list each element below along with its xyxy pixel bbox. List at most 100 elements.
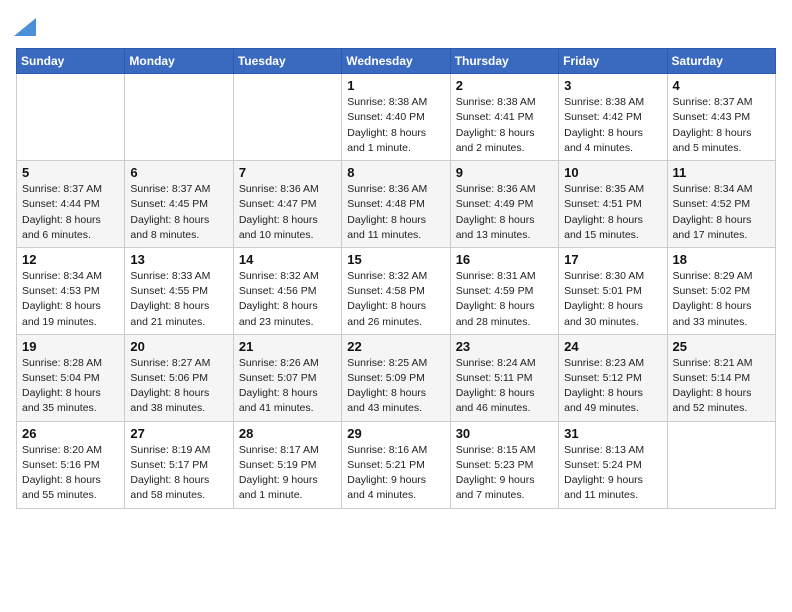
day-info: Sunrise: 8:28 AM Sunset: 5:04 PM Dayligh… — [22, 356, 119, 417]
calendar-cell: 25 Sunrise: 8:21 AM Sunset: 5:14 PM Dayli… — [667, 334, 775, 421]
day-info: Sunrise: 8:27 AM Sunset: 5:06 PM Dayligh… — [130, 356, 227, 417]
day-info: Sunrise: 8:24 AM Sunset: 5:11 PM Dayligh… — [456, 356, 553, 417]
day-info: Sunrise: 8:38 AM Sunset: 4:41 PM Dayligh… — [456, 95, 553, 156]
day-of-week-header: Tuesday — [233, 49, 341, 74]
day-info: Sunrise: 8:29 AM Sunset: 5:02 PM Dayligh… — [673, 269, 770, 330]
day-info: Sunrise: 8:35 AM Sunset: 4:51 PM Dayligh… — [564, 182, 661, 243]
day-of-week-header: Monday — [125, 49, 233, 74]
day-info: Sunrise: 8:37 AM Sunset: 4:43 PM Dayligh… — [673, 95, 770, 156]
day-number: 2 — [456, 78, 553, 93]
day-of-week-header: Friday — [559, 49, 667, 74]
calendar-cell: 3 Sunrise: 8:38 AM Sunset: 4:42 PM Daylig… — [559, 74, 667, 161]
calendar-cell: 5Sunrise: 8:37 AM Sunset: 4:44 PM Daylig… — [17, 161, 125, 248]
day-info: Sunrise: 8:17 AM Sunset: 5:19 PM Dayligh… — [239, 443, 336, 504]
day-number: 15 — [347, 252, 444, 267]
calendar-cell: 13 Sunrise: 8:33 AM Sunset: 4:55 PM Dayli… — [125, 247, 233, 334]
calendar-cell — [17, 74, 125, 161]
day-info: Sunrise: 8:31 AM Sunset: 4:59 PM Dayligh… — [456, 269, 553, 330]
day-info: Sunrise: 8:13 AM Sunset: 5:24 PM Dayligh… — [564, 443, 661, 504]
day-info: Sunrise: 8:32 AM Sunset: 4:58 PM Dayligh… — [347, 269, 444, 330]
calendar-cell: 10Sunrise: 8:35 AM Sunset: 4:51 PM Dayli… — [559, 161, 667, 248]
day-number: 7 — [239, 165, 336, 180]
day-info: Sunrise: 8:33 AM Sunset: 4:55 PM Dayligh… — [130, 269, 227, 330]
calendar-cell: 1 Sunrise: 8:38 AM Sunset: 4:40 PM Daylig… — [342, 74, 450, 161]
calendar-cell: 17 Sunrise: 8:30 AM Sunset: 5:01 PM Dayli… — [559, 247, 667, 334]
calendar-cell: 9Sunrise: 8:36 AM Sunset: 4:49 PM Daylig… — [450, 161, 558, 248]
day-number: 4 — [673, 78, 770, 93]
calendar-cell: 7Sunrise: 8:36 AM Sunset: 4:47 PM Daylig… — [233, 161, 341, 248]
calendar-cell: 28Sunrise: 8:17 AM Sunset: 5:19 PM Dayli… — [233, 421, 341, 508]
day-number: 20 — [130, 339, 227, 354]
day-number: 3 — [564, 78, 661, 93]
day-of-week-header: Thursday — [450, 49, 558, 74]
calendar-cell: 19 Sunrise: 8:28 AM Sunset: 5:04 PM Dayli… — [17, 334, 125, 421]
day-info: Sunrise: 8:15 AM Sunset: 5:23 PM Dayligh… — [456, 443, 553, 504]
day-info: Sunrise: 8:23 AM Sunset: 5:12 PM Dayligh… — [564, 356, 661, 417]
day-number: 11 — [673, 165, 770, 180]
calendar-cell: 23 Sunrise: 8:24 AM Sunset: 5:11 PM Dayli… — [450, 334, 558, 421]
day-number: 23 — [456, 339, 553, 354]
calendar-cell: 8 Sunrise: 8:36 AM Sunset: 4:48 PM Daylig… — [342, 161, 450, 248]
calendar-cell: 26 Sunrise: 8:20 AM Sunset: 5:16 PM Dayli… — [17, 421, 125, 508]
day-info: Sunrise: 8:20 AM Sunset: 5:16 PM Dayligh… — [22, 443, 119, 504]
calendar-cell: 2 Sunrise: 8:38 AM Sunset: 4:41 PM Daylig… — [450, 74, 558, 161]
calendar-cell: 16 Sunrise: 8:31 AM Sunset: 4:59 PM Dayli… — [450, 247, 558, 334]
day-info: Sunrise: 8:30 AM Sunset: 5:01 PM Dayligh… — [564, 269, 661, 330]
day-of-week-header: Sunday — [17, 49, 125, 74]
calendar-cell: 14 Sunrise: 8:32 AM Sunset: 4:56 PM Dayli… — [233, 247, 341, 334]
calendar-header-row: SundayMondayTuesdayWednesdayThursdayFrid… — [17, 49, 776, 74]
day-info: Sunrise: 8:25 AM Sunset: 5:09 PM Dayligh… — [347, 356, 444, 417]
calendar-cell: 22Sunrise: 8:25 AM Sunset: 5:09 PM Dayli… — [342, 334, 450, 421]
day-number: 14 — [239, 252, 336, 267]
day-info: Sunrise: 8:37 AM Sunset: 4:44 PM Dayligh… — [22, 182, 119, 243]
day-number: 25 — [673, 339, 770, 354]
calendar-cell: 29Sunrise: 8:16 AM Sunset: 5:21 PM Dayli… — [342, 421, 450, 508]
calendar-cell: 15 Sunrise: 8:32 AM Sunset: 4:58 PM Dayli… — [342, 247, 450, 334]
calendar-cell — [667, 421, 775, 508]
calendar-cell: 11 Sunrise: 8:34 AM Sunset: 4:52 PM Dayli… — [667, 161, 775, 248]
calendar-week-row: 19 Sunrise: 8:28 AM Sunset: 5:04 PM Dayli… — [17, 334, 776, 421]
calendar-cell: 24 Sunrise: 8:23 AM Sunset: 5:12 PM Dayli… — [559, 334, 667, 421]
day-info: Sunrise: 8:19 AM Sunset: 5:17 PM Dayligh… — [130, 443, 227, 504]
calendar-cell: 31 Sunrise: 8:13 AM Sunset: 5:24 PM Dayli… — [559, 421, 667, 508]
day-number: 6 — [130, 165, 227, 180]
day-number: 8 — [347, 165, 444, 180]
day-number: 30 — [456, 426, 553, 441]
calendar-cell: 18Sunrise: 8:29 AM Sunset: 5:02 PM Dayli… — [667, 247, 775, 334]
day-info: Sunrise: 8:38 AM Sunset: 4:42 PM Dayligh… — [564, 95, 661, 156]
day-info: Sunrise: 8:32 AM Sunset: 4:56 PM Dayligh… — [239, 269, 336, 330]
logo-icon — [14, 18, 36, 36]
calendar-cell: 6 Sunrise: 8:37 AM Sunset: 4:45 PM Daylig… — [125, 161, 233, 248]
calendar-cell: 27Sunrise: 8:19 AM Sunset: 5:17 PM Dayli… — [125, 421, 233, 508]
calendar-week-row: 1 Sunrise: 8:38 AM Sunset: 4:40 PM Daylig… — [17, 74, 776, 161]
day-number: 16 — [456, 252, 553, 267]
calendar-cell — [233, 74, 341, 161]
day-of-week-header: Wednesday — [342, 49, 450, 74]
day-number: 26 — [22, 426, 119, 441]
day-number: 17 — [564, 252, 661, 267]
day-number: 19 — [22, 339, 119, 354]
day-number: 13 — [130, 252, 227, 267]
day-of-week-header: Saturday — [667, 49, 775, 74]
day-number: 9 — [456, 165, 553, 180]
calendar-week-row: 5Sunrise: 8:37 AM Sunset: 4:44 PM Daylig… — [17, 161, 776, 248]
calendar-cell: 12Sunrise: 8:34 AM Sunset: 4:53 PM Dayli… — [17, 247, 125, 334]
day-info: Sunrise: 8:38 AM Sunset: 4:40 PM Dayligh… — [347, 95, 444, 156]
calendar-week-row: 26 Sunrise: 8:20 AM Sunset: 5:16 PM Dayli… — [17, 421, 776, 508]
calendar-cell: 21 Sunrise: 8:26 AM Sunset: 5:07 PM Dayli… — [233, 334, 341, 421]
page-header — [16, 16, 776, 40]
day-number: 1 — [347, 78, 444, 93]
calendar-cell: 20 Sunrise: 8:27 AM Sunset: 5:06 PM Dayli… — [125, 334, 233, 421]
day-info: Sunrise: 8:34 AM Sunset: 4:52 PM Dayligh… — [673, 182, 770, 243]
day-number: 31 — [564, 426, 661, 441]
day-number: 21 — [239, 339, 336, 354]
day-number: 24 — [564, 339, 661, 354]
day-number: 29 — [347, 426, 444, 441]
day-info: Sunrise: 8:21 AM Sunset: 5:14 PM Dayligh… — [673, 356, 770, 417]
day-info: Sunrise: 8:37 AM Sunset: 4:45 PM Dayligh… — [130, 182, 227, 243]
day-info: Sunrise: 8:34 AM Sunset: 4:53 PM Dayligh… — [22, 269, 119, 330]
calendar-table: SundayMondayTuesdayWednesdayThursdayFrid… — [16, 48, 776, 508]
calendar-cell: 30 Sunrise: 8:15 AM Sunset: 5:23 PM Dayli… — [450, 421, 558, 508]
day-info: Sunrise: 8:26 AM Sunset: 5:07 PM Dayligh… — [239, 356, 336, 417]
day-info: Sunrise: 8:36 AM Sunset: 4:48 PM Dayligh… — [347, 182, 444, 243]
